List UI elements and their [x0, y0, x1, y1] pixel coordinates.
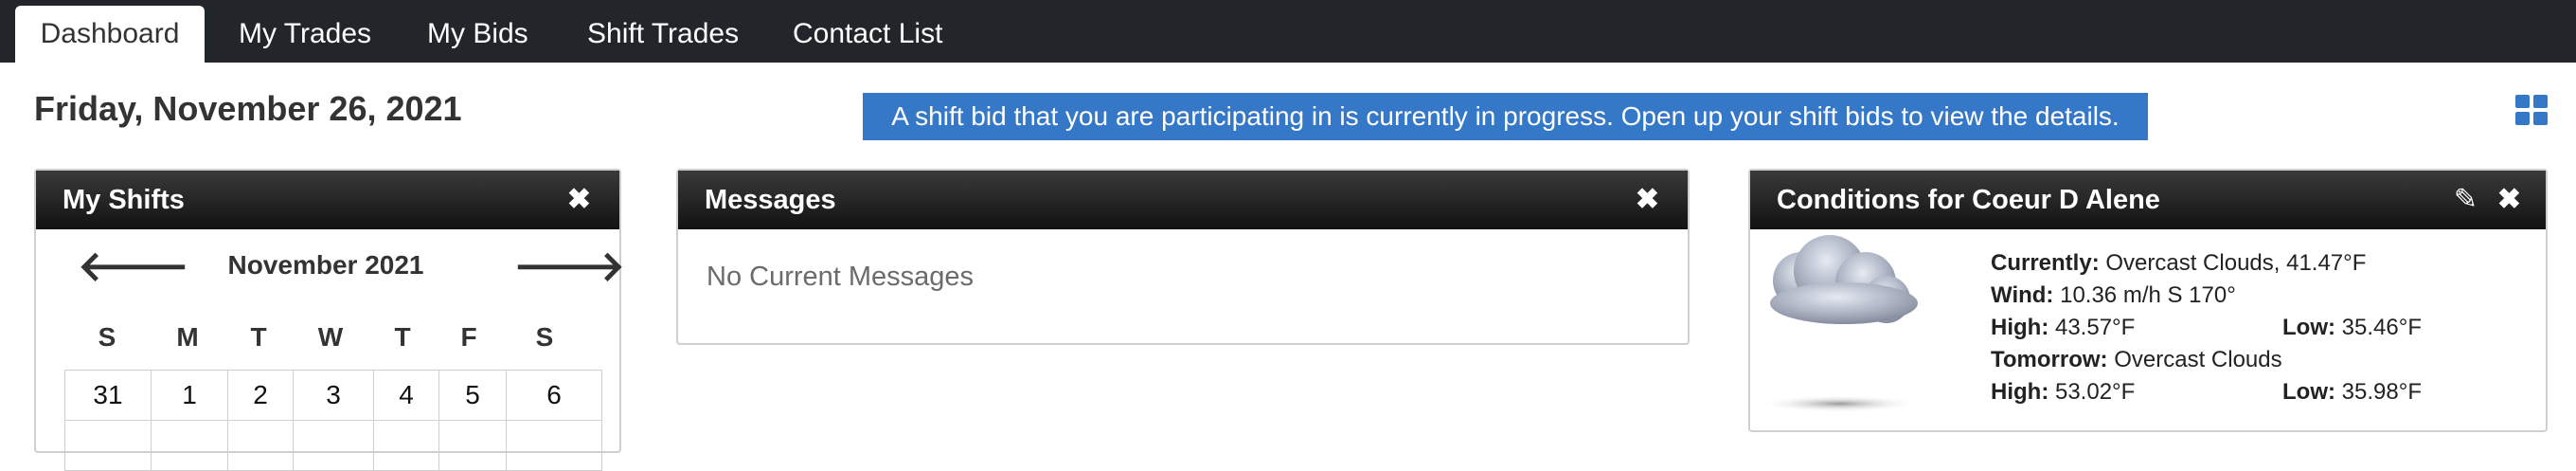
weather-header: Conditions for Coeur D Alene ✎ ✖: [1750, 171, 2546, 229]
tab-my-trades[interactable]: My Trades: [239, 0, 371, 63]
messages-panel: Messages ✖: [676, 169, 1690, 345]
messages-header: Messages ✖: [678, 171, 1688, 229]
calendar-grid: 31 1 2 3 4 5 6: [64, 370, 602, 471]
weather-high: High: 43.57°F: [1991, 315, 2135, 341]
calendar-day-cell[interactable]: 1: [151, 370, 228, 421]
weather-wind: Wind: 10.36 m/h S 170°: [1991, 282, 2236, 309]
weather-currently: Currently: Overcast Clouds, 41.47°F: [1991, 250, 2366, 277]
page-date: Friday, November 26, 2021: [34, 89, 462, 128]
weather-tomorrow: Tomorrow: Overcast Clouds: [1991, 347, 2282, 373]
calendar-day-cell[interactable]: 31: [64, 370, 152, 421]
weather-tomorrow-value: Overcast Clouds: [2114, 347, 2282, 372]
day-of-week: M: [176, 322, 199, 352]
calendar-week-row: 31 1 2 3 4 5 6: [64, 370, 602, 421]
weather-tomorrow-high-label: High:: [1991, 379, 2049, 405]
messages-empty-text: No Current Messages: [707, 262, 975, 292]
weather-low-value: 35.46°F: [2341, 315, 2422, 340]
calendar-day-cell[interactable]: 5: [438, 370, 507, 421]
shift-bid-alert[interactable]: A shift bid that you are participating i…: [863, 93, 2148, 140]
calendar-day-cell[interactable]: 6: [506, 370, 602, 421]
weather-tomorrow-low-value: 35.98°F: [2341, 379, 2422, 405]
weather-currently-label: Currently:: [1991, 250, 2100, 276]
messages-title: Messages: [705, 185, 836, 215]
weather-low-label: Low:: [2282, 315, 2335, 340]
weather-wind-value: 10.36 m/h S 170°: [2060, 282, 2236, 308]
weather-low: Low: 35.46°F: [2282, 315, 2422, 341]
calendar-day-cell[interactable]: 4: [373, 370, 439, 421]
day-of-week: F: [460, 322, 477, 352]
tab-contact-list[interactable]: Contact List: [793, 0, 942, 63]
weather-high-value: 43.57°F: [2054, 315, 2136, 340]
calendar-day-cell[interactable]: 3: [293, 370, 374, 421]
day-of-week: S: [98, 322, 116, 352]
day-of-week: T: [394, 322, 411, 352]
weather-tomorrow-low: Low: 35.98°F: [2282, 379, 2422, 406]
weather-title: Conditions for Coeur D Alene: [1777, 185, 2160, 215]
weather-high-label: High:: [1991, 315, 2049, 340]
my-shifts-header: My Shifts ✖: [36, 171, 619, 229]
my-shifts-title: My Shifts: [63, 185, 185, 215]
next-month-icon[interactable]: 🡒: [513, 246, 625, 288]
day-of-week: T: [250, 322, 267, 352]
weather-currently-value: Overcast Clouds, 41.47°F: [2105, 250, 2367, 276]
tab-shift-trades[interactable]: Shift Trades: [587, 0, 739, 63]
layout-grid-icon[interactable]: [2515, 95, 2549, 127]
close-icon[interactable]: ✖: [1636, 171, 1659, 229]
weather-wind-label: Wind:: [1991, 282, 2054, 308]
top-nav: Dashboard My Trades My Bids Shift Trades…: [0, 0, 2576, 63]
weather-tomorrow-high: High: 53.02°F: [1991, 379, 2135, 406]
weather-tomorrow-high-value: 53.02°F: [2054, 379, 2136, 405]
tab-dashboard[interactable]: Dashboard: [15, 6, 205, 63]
weather-tomorrow-label: Tomorrow:: [1991, 347, 2108, 372]
day-of-week: S: [535, 322, 554, 352]
day-of-week: W: [317, 322, 344, 352]
overcast-cloud-icon: [1759, 235, 1920, 412]
weather-tomorrow-low-label: Low:: [2282, 379, 2335, 405]
calendar-day-cell[interactable]: 2: [227, 370, 294, 421]
tab-my-bids[interactable]: My Bids: [427, 0, 528, 63]
close-icon[interactable]: ✖: [2497, 171, 2521, 229]
close-icon[interactable]: ✖: [567, 171, 591, 229]
edit-icon[interactable]: ✎: [2454, 171, 2478, 229]
calendar-week-row: [64, 420, 602, 471]
